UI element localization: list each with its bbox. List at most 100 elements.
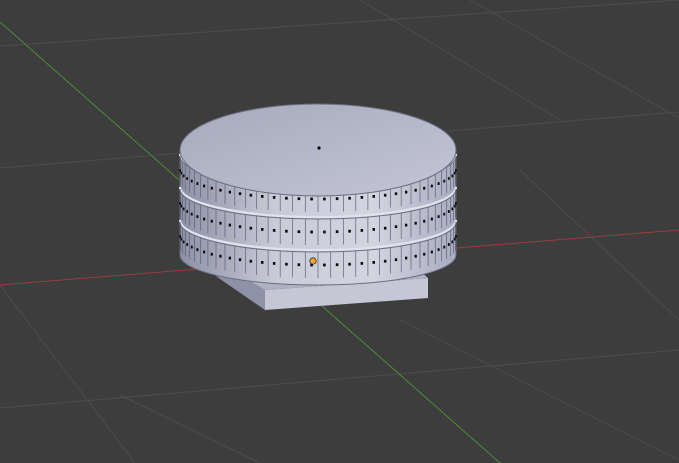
mesh-vertex [210, 186, 213, 190]
mesh-vertex [228, 256, 231, 260]
mesh-vertex [238, 225, 242, 229]
mesh-vertex [423, 186, 426, 190]
mesh-vertex [405, 223, 408, 227]
cylinder-top-face[interactable] [179, 103, 457, 197]
mesh-vertex [414, 221, 417, 225]
cylinder-mesh[interactable] [178, 103, 458, 286]
mesh-vertex [394, 258, 398, 262]
mesh-vertex [219, 221, 222, 225]
mesh-vertex [451, 207, 454, 211]
mesh-vertex [447, 177, 450, 180]
mesh-vertex [249, 193, 253, 197]
mesh-vertex [179, 202, 181, 205]
mesh-vertex [394, 192, 398, 196]
mesh-vertex [437, 182, 440, 185]
mesh-vertex [272, 196, 276, 199]
mesh-vertex [372, 261, 375, 264]
mesh-vertex [297, 230, 301, 234]
mesh-vertex [182, 174, 185, 178]
mesh-vertex [437, 248, 440, 251]
mesh-vertex [186, 177, 189, 180]
mesh-vertex [219, 188, 222, 192]
mesh-vertex [455, 235, 457, 238]
mesh-vertex [238, 192, 242, 196]
mesh-vertex [394, 225, 398, 229]
mesh-vertex [190, 179, 193, 183]
mesh-vertex [196, 215, 199, 218]
mesh-vertex [423, 219, 426, 223]
mesh-vertex [451, 174, 454, 178]
mesh-vertex [190, 245, 193, 249]
mesh-vertex [383, 259, 387, 263]
mesh-vertex [360, 262, 364, 265]
mesh-vertex [323, 230, 326, 234]
mesh-vertex [203, 250, 206, 254]
mesh-vertex [228, 190, 231, 194]
mesh-vertex [443, 212, 446, 216]
mesh-vertex [372, 195, 375, 198]
mesh-vertex [210, 252, 213, 256]
3d-viewport[interactable] [0, 0, 679, 463]
mesh-vertex [219, 254, 222, 258]
mesh-vertex [182, 207, 185, 211]
mesh-vertex [228, 223, 231, 227]
object-origin-dot[interactable] [309, 257, 317, 265]
mesh-vertex [447, 210, 450, 213]
mesh-vertex [335, 197, 339, 201]
mesh-vertex [261, 228, 264, 231]
mesh-vertex [405, 190, 408, 194]
mesh-vertex [335, 230, 339, 234]
mesh-vertex [186, 243, 189, 246]
mesh-vertex [455, 169, 457, 172]
mesh-vertex [414, 188, 417, 192]
mesh-vertex [414, 254, 417, 258]
mesh-vertex [323, 197, 326, 201]
mesh-vertex [348, 196, 351, 200]
mesh-vertex [430, 217, 433, 221]
mesh-vertex [180, 237, 183, 241]
mesh-vertex [210, 219, 213, 223]
mesh-vertex [190, 212, 193, 216]
mesh-vertex [453, 171, 456, 175]
mesh-vertex [443, 179, 446, 183]
mesh-vertex [285, 229, 288, 233]
mesh-vertex [430, 250, 433, 254]
mesh-vertex [249, 259, 253, 263]
mesh-vertex [360, 229, 364, 232]
top-center-vertex [317, 146, 321, 150]
mesh-vertex [348, 229, 351, 233]
mesh-vertex [383, 193, 387, 197]
mesh-vertex [180, 171, 183, 175]
mesh-vertex [348, 262, 351, 266]
mesh-vertex [179, 169, 181, 172]
mesh-vertex [372, 228, 375, 231]
mesh-vertex [447, 243, 450, 246]
mesh-vertex [272, 229, 276, 232]
mesh-vertex [203, 217, 206, 221]
mesh-vertex [249, 226, 253, 230]
mesh-vertex [451, 240, 454, 244]
mesh-vertex [455, 202, 457, 205]
mesh-vertex [443, 245, 446, 249]
mesh-vertex [203, 184, 206, 188]
mesh-vertex [261, 195, 264, 198]
mesh-vertex [335, 263, 339, 267]
viewport-canvas[interactable] [0, 0, 679, 463]
mesh-vertex [453, 237, 456, 241]
mesh-vertex [430, 184, 433, 188]
mesh-vertex [186, 210, 189, 213]
mesh-vertex [261, 261, 264, 264]
mesh-vertex [285, 262, 288, 266]
mesh-vertex [323, 263, 326, 267]
mesh-vertex [272, 262, 276, 265]
mesh-vertex [437, 215, 440, 218]
mesh-vertex [360, 196, 364, 199]
mesh-vertex [405, 256, 408, 260]
mesh-vertex [383, 226, 387, 230]
mesh-vertex [180, 204, 183, 208]
mesh-vertex [196, 182, 199, 185]
mesh-vertex [285, 196, 288, 200]
mesh-vertex [310, 230, 313, 234]
mesh-vertex [196, 248, 199, 251]
mesh-vertex [238, 258, 242, 262]
